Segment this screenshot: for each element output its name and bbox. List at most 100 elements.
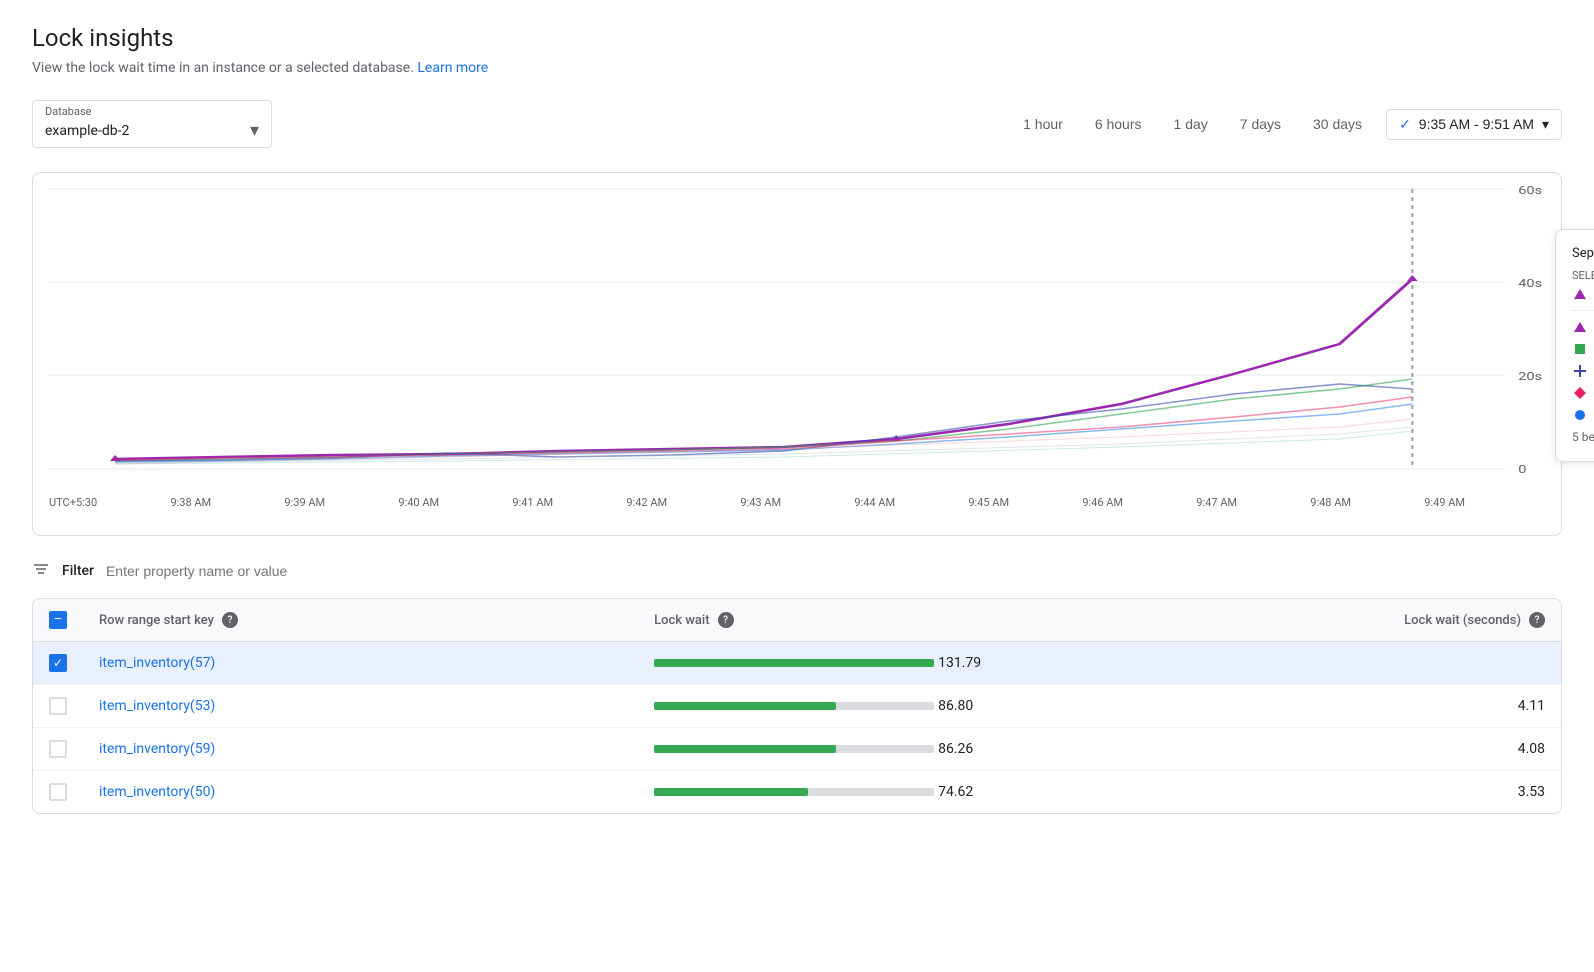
row-checkbox-2[interactable] — [33, 685, 83, 728]
chevron-down-icon: ▾ — [1542, 116, 1549, 133]
table-row: item_inventory(57) 131.79 — [33, 642, 1561, 685]
checkbox-4[interactable] — [49, 783, 67, 801]
checkbox-3[interactable] — [49, 740, 67, 758]
time-1day-button[interactable]: 1 day — [1166, 110, 1216, 138]
tooltip-selected-item: item_inventory(57) 42.04s — [1572, 286, 1594, 302]
below-label: 5 below — [1572, 430, 1594, 444]
x-label-10: 9:47 AM — [1196, 496, 1237, 509]
col-row-range: Row range start key ? — [83, 599, 638, 642]
row-name-3: item_inventory(59) — [83, 728, 638, 771]
progress-bar-bg-2 — [654, 702, 934, 710]
row-link-3[interactable]: item_inventory(59) — [99, 741, 215, 757]
row-lock-wait-4: 74.62 — [938, 784, 973, 800]
square-icon — [1572, 341, 1588, 357]
triangle-up-icon — [1572, 286, 1588, 302]
table-row: item_inventory(50) 74.62 3.53 — [33, 771, 1561, 814]
row-lock-wait-1: 131.79 — [938, 655, 981, 671]
row-seconds-3: 4.08 — [1000, 728, 1561, 771]
row-name-1: item_inventory(57) — [83, 642, 638, 685]
row-seconds-2: 4.11 — [1000, 685, 1561, 728]
svg-text:20s: 20s — [1518, 371, 1542, 384]
x-label-7: 9:44 AM — [854, 496, 895, 509]
database-label: Database — [45, 105, 259, 118]
row-name-2: item_inventory(53) — [83, 685, 638, 728]
row-seconds-1 — [1000, 642, 1561, 685]
checkbox-2[interactable] — [49, 697, 67, 715]
database-selector[interactable]: Database example-db-2 ▾ — [32, 100, 272, 148]
x-label-2: 9:39 AM — [284, 496, 325, 509]
x-label-3: 9:40 AM — [398, 496, 439, 509]
chart-section: 60s 40s 20s 0 UTC+5:30 9:38 AM 9:39 AM 9… — [32, 172, 1562, 536]
col-lock-wait: Lock wait ? — [638, 599, 1000, 642]
progress-bar-bg-1 — [654, 659, 934, 667]
x-label-12: 9:49 AM — [1424, 496, 1465, 509]
row-progress-2: 86.80 — [638, 685, 1000, 728]
controls-row: Database example-db-2 ▾ 1 hour 6 hours 1… — [32, 100, 1562, 148]
page-subtitle: View the lock wait time in an instance o… — [32, 60, 1562, 76]
row-link-2[interactable]: item_inventory(53) — [99, 698, 215, 714]
data-table: Row range start key ? Lock wait ? Lock w… — [33, 599, 1561, 813]
row-link-4[interactable]: item_inventory(50) — [99, 784, 215, 800]
help-lock-wait-seconds-icon[interactable]: ? — [1529, 612, 1545, 628]
time-7days-button[interactable]: 7 days — [1232, 110, 1289, 138]
time-6hours-button[interactable]: 6 hours — [1087, 110, 1150, 138]
time-1hour-button[interactable]: 1 hour — [1015, 110, 1071, 138]
table-header-row: Row range start key ? Lock wait ? Lock w… — [33, 599, 1561, 642]
filter-label: Filter — [62, 563, 94, 579]
x-label-0: UTC+5:30 — [49, 496, 97, 509]
row-checkbox-1[interactable] — [33, 642, 83, 685]
tooltip-series-item-3: item_inventory(53) 9.9s — [1572, 385, 1594, 401]
tooltip-series-item-2: item_inventory(59) 17.27s — [1572, 363, 1594, 379]
chart-tooltip: Sep 29, 2022, 9:49:00 AM SELECTED item_i… — [1555, 229, 1594, 462]
tooltip-selected-label: SELECTED — [1572, 269, 1594, 282]
row-lock-wait-2: 86.80 — [938, 698, 973, 714]
row-checkbox-3[interactable] — [33, 728, 83, 771]
progress-bar-fill-4 — [654, 788, 808, 796]
tooltip-series-item-1: order_item(81,8) 22.82s — [1572, 341, 1594, 357]
diamond-icon — [1572, 385, 1588, 401]
check-icon: ✓ — [1399, 116, 1411, 133]
checkbox-1[interactable] — [49, 654, 67, 672]
select-all-header[interactable] — [33, 599, 83, 642]
filter-input[interactable] — [106, 563, 1562, 579]
col-lock-wait-seconds: Lock wait (seconds) ? — [1000, 599, 1561, 642]
x-label-11: 9:48 AM — [1310, 496, 1351, 509]
svg-text:0: 0 — [1518, 464, 1526, 477]
database-select-trigger[interactable]: example-db-2 ▾ — [45, 120, 259, 141]
time-range-button[interactable]: ✓ 9:35 AM - 9:51 AM ▾ — [1386, 109, 1562, 140]
cross-icon — [1572, 363, 1588, 379]
table-row: item_inventory(53) 86.80 4.11 — [33, 685, 1561, 728]
database-value: example-db-2 — [45, 123, 129, 139]
x-axis: UTC+5:30 9:38 AM 9:39 AM 9:40 AM 9:41 AM… — [49, 496, 1505, 509]
help-lock-wait-icon[interactable]: ? — [718, 612, 734, 628]
x-label-9: 9:46 AM — [1082, 496, 1123, 509]
row-progress-1: 131.79 — [638, 642, 1000, 685]
time-30days-button[interactable]: 30 days — [1305, 110, 1370, 138]
x-label-6: 9:43 AM — [740, 496, 781, 509]
row-name-4: item_inventory(50) — [83, 771, 638, 814]
progress-bar-bg-3 — [654, 745, 934, 753]
filter-row: Filter — [32, 560, 1562, 582]
filter-icon — [32, 560, 50, 582]
chevron-down-icon: ▾ — [250, 120, 259, 141]
triangle-up-icon — [1572, 319, 1588, 335]
x-label-5: 9:42 AM — [626, 496, 667, 509]
progress-bar-bg-4 — [654, 788, 934, 796]
time-controls: 1 hour 6 hours 1 day 7 days 30 days ✓ 9:… — [1015, 109, 1562, 140]
row-progress-3: 86.26 — [638, 728, 1000, 771]
chart-svg: 60s 40s 20s 0 — [49, 189, 1505, 469]
time-range-value: 9:35 AM - 9:51 AM — [1419, 116, 1534, 132]
select-all-minus-icon[interactable] — [49, 611, 67, 629]
row-link-1[interactable]: item_inventory(57) — [99, 655, 215, 671]
svg-text:60s: 60s — [1518, 185, 1542, 198]
progress-bar-fill-2 — [654, 702, 836, 710]
help-row-range-icon[interactable]: ? — [222, 612, 238, 628]
row-checkbox-4[interactable] — [33, 771, 83, 814]
learn-more-link[interactable]: Learn more — [417, 60, 488, 76]
circle-icon — [1572, 407, 1588, 423]
x-label-1: 9:38 AM — [170, 496, 211, 509]
row-progress-4: 74.62 — [638, 771, 1000, 814]
tooltip-divider — [1572, 310, 1594, 311]
tooltip-datetime: Sep 29, 2022, 9:49:00 AM — [1572, 246, 1594, 261]
tooltip-series-item-4: item_inventory(50) 9.31s — [1572, 407, 1594, 423]
